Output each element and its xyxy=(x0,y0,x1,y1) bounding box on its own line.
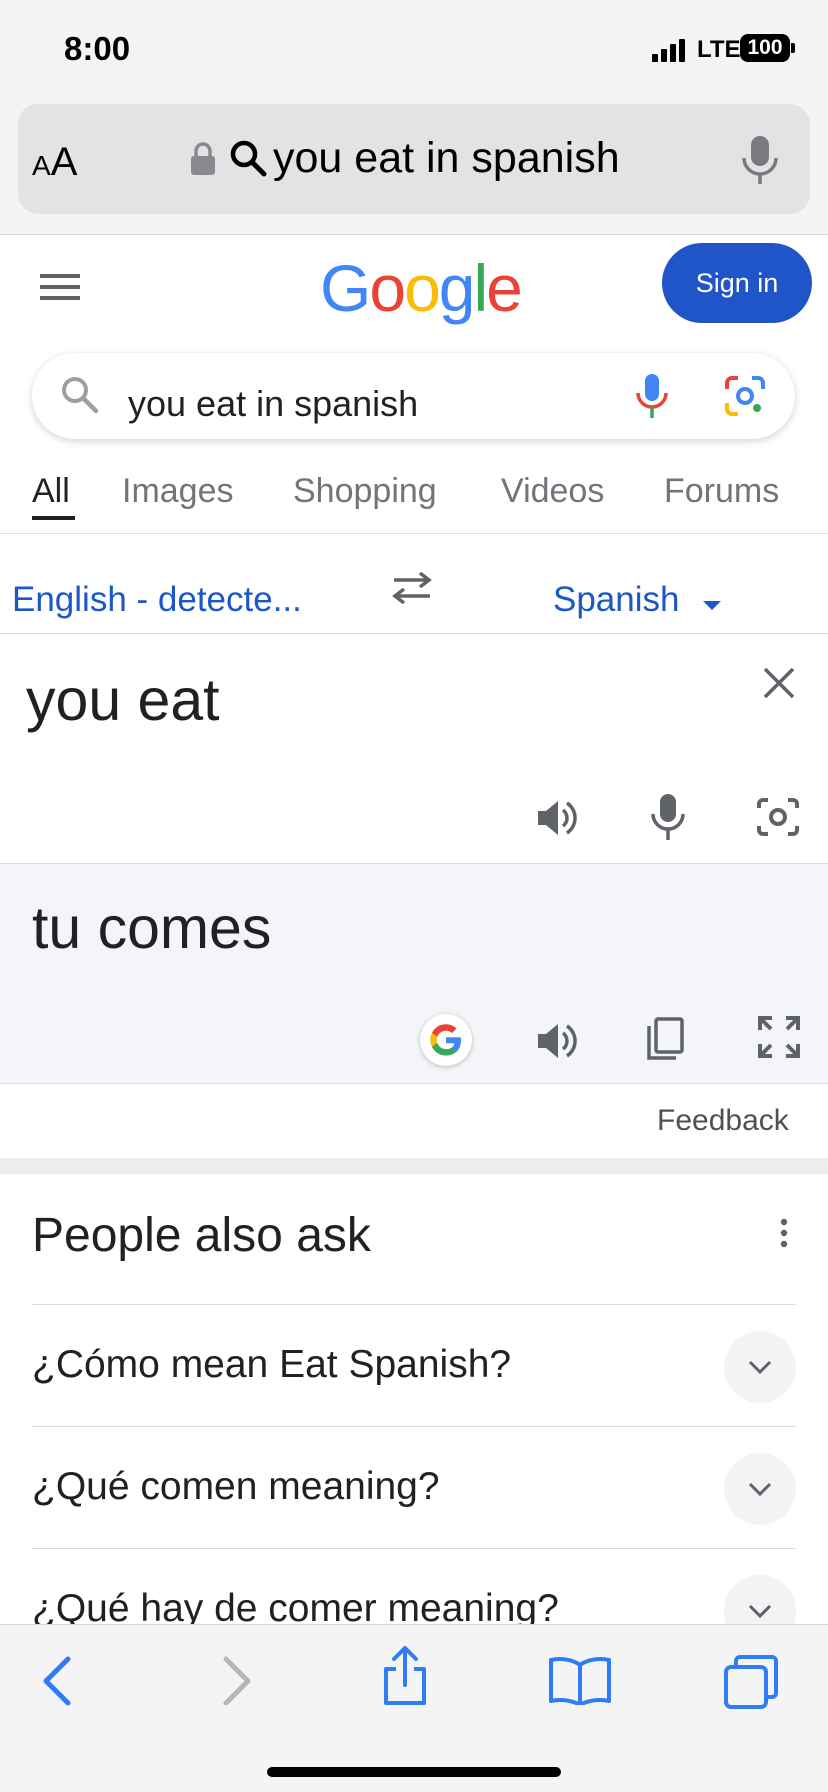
search-box[interactable]: you eat in spanish xyxy=(32,353,795,439)
translated-text: tu comes xyxy=(32,895,272,961)
copy-icon[interactable] xyxy=(646,1016,686,1062)
tab-images[interactable]: Images xyxy=(122,472,234,511)
browser-toolbar xyxy=(0,1624,828,1792)
status-bar: 8:00 LTE 100 xyxy=(0,0,828,100)
google-logo-letter: e xyxy=(486,251,523,325)
share-icon[interactable] xyxy=(378,1645,432,1707)
speaker-icon[interactable] xyxy=(534,1019,578,1063)
sign-in-button[interactable]: Sign in xyxy=(662,243,812,323)
translate-source-panel[interactable]: you eat xyxy=(0,634,828,864)
expand-button[interactable] xyxy=(724,1453,796,1525)
google-logo-letter: g xyxy=(438,251,476,325)
section-divider xyxy=(0,1158,828,1174)
search-tabs: All Images Shopping Videos Forums xyxy=(0,440,828,534)
translate-target-panel: tu comes xyxy=(0,864,828,1084)
google-logo-letter: l xyxy=(473,251,489,325)
tab-all[interactable]: All xyxy=(32,472,70,511)
network-type: LTE xyxy=(697,36,741,63)
google-logo-letter: o xyxy=(404,251,441,325)
people-also-ask-title: People also ask xyxy=(32,1209,371,1262)
battery-tip xyxy=(791,43,795,53)
battery-icon: 100 xyxy=(740,34,790,62)
speaker-icon[interactable] xyxy=(534,796,578,840)
signal-strength-icon xyxy=(652,39,685,62)
expand-button[interactable] xyxy=(724,1331,796,1403)
more-vert-icon[interactable] xyxy=(780,1218,788,1248)
mic-icon[interactable] xyxy=(740,134,780,186)
source-language-selector[interactable]: English - detecte... xyxy=(12,580,302,620)
google-logo[interactable]: Google xyxy=(320,250,523,326)
google-logo-letter: G xyxy=(320,251,371,325)
tabs-icon[interactable] xyxy=(722,1655,782,1711)
lens-icon[interactable] xyxy=(724,375,766,417)
lock-icon xyxy=(191,142,215,175)
feedback-link[interactable]: Feedback xyxy=(657,1104,789,1138)
voice-search-mic-icon[interactable] xyxy=(632,373,672,419)
source-text[interactable]: you eat xyxy=(26,666,220,734)
caret-down-icon[interactable] xyxy=(703,601,721,610)
forward-icon[interactable] xyxy=(220,1655,254,1707)
status-time: 8:00 xyxy=(64,30,131,67)
address-text[interactable]: you eat in spanish xyxy=(273,134,620,183)
paa-question[interactable]: ¿Qué comen meaning? xyxy=(32,1465,440,1509)
tab-forums[interactable]: Forums xyxy=(664,472,779,511)
camera-icon[interactable] xyxy=(756,796,800,838)
tab-videos[interactable]: Videos xyxy=(501,472,604,511)
tab-all-underline xyxy=(32,516,75,520)
chevron-down-icon xyxy=(748,1604,772,1619)
paa-question-row[interactable]: ¿Cómo mean Eat Spanish? xyxy=(32,1304,796,1426)
search-icon xyxy=(230,140,267,177)
menu-icon[interactable] xyxy=(40,272,80,302)
google-g-icon xyxy=(430,1024,461,1056)
mic-icon[interactable] xyxy=(648,792,688,842)
chevron-down-icon xyxy=(748,1360,772,1375)
bookmarks-icon[interactable] xyxy=(548,1655,612,1705)
home-indicator xyxy=(267,1767,561,1777)
paa-question-row[interactable]: ¿Qué comen meaning? xyxy=(32,1426,796,1548)
paa-question[interactable]: ¿Cómo mean Eat Spanish? xyxy=(32,1343,511,1387)
chevron-down-icon xyxy=(748,1482,772,1497)
search-input[interactable]: you eat in spanish xyxy=(128,383,418,425)
search-icon xyxy=(62,377,99,414)
tab-shopping[interactable]: Shopping xyxy=(293,472,437,511)
translate-language-row: English - detecte... Spanish xyxy=(0,534,828,634)
google-g-button[interactable] xyxy=(420,1014,472,1066)
fullscreen-icon[interactable] xyxy=(758,1016,800,1058)
address-bar[interactable]: AA you eat in spanish xyxy=(18,104,810,214)
swap-languages-icon[interactable] xyxy=(390,570,434,606)
close-icon[interactable] xyxy=(762,666,796,700)
text-size-button[interactable]: AA xyxy=(32,140,77,185)
browser-address-area: AA you eat in spanish xyxy=(0,100,828,235)
back-icon[interactable] xyxy=(40,1655,74,1707)
google-logo-letter: o xyxy=(369,251,406,325)
target-language-selector[interactable]: Spanish xyxy=(553,580,679,620)
